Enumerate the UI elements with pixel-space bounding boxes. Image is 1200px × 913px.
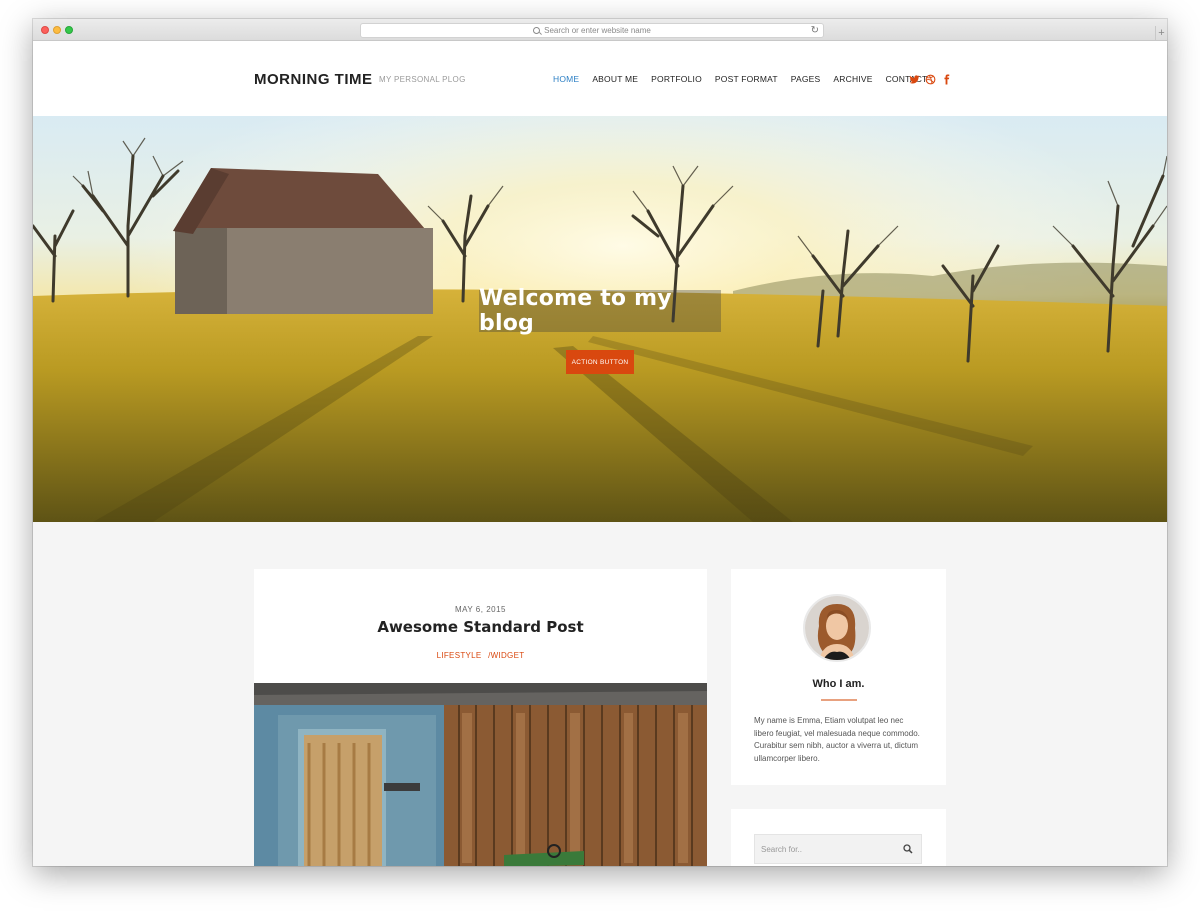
hero-title: Welcome to my blog xyxy=(479,286,721,336)
browser-window: Search or enter website name ↻ + MORNING… xyxy=(33,19,1167,866)
dribbble-icon[interactable] xyxy=(925,72,936,85)
nav-item-pages[interactable]: PAGES xyxy=(791,74,821,84)
maximize-window-button[interactable] xyxy=(65,26,73,34)
about-text: My name is Emma, Etiam volutpat leo nec … xyxy=(754,716,920,763)
address-placeholder: Search or enter website name xyxy=(544,26,651,35)
close-window-button[interactable] xyxy=(41,26,49,34)
post-card: MAY 6, 2015 Awesome Standard Post LIFEST… xyxy=(254,569,707,866)
post-categories: LIFESTYLE /WIDGET xyxy=(254,651,707,660)
search-widget xyxy=(731,809,946,866)
nav-item-archive[interactable]: ARCHIVE xyxy=(833,74,872,84)
nav-item-about-me[interactable]: ABOUT ME xyxy=(592,74,638,84)
site-tagline: MY PERSONAL PLOG xyxy=(379,75,466,84)
hero-banner: Welcome to my blog ACTION BUTTON xyxy=(33,116,1167,522)
site-logo[interactable]: MORNING TIME xyxy=(254,71,373,88)
site-header: MORNING TIME MY PERSONAL PLOG HOME ABOUT… xyxy=(33,41,1167,116)
search-box xyxy=(754,834,922,864)
reload-icon[interactable]: ↻ xyxy=(811,25,819,36)
facebook-icon[interactable] xyxy=(941,72,952,85)
minimize-window-button[interactable] xyxy=(53,26,61,34)
avatar xyxy=(803,594,871,662)
about-divider xyxy=(821,699,857,701)
nav-item-portfolio[interactable]: PORTFOLIO xyxy=(651,74,702,84)
category-link-widget[interactable]: /WIDGET xyxy=(488,651,524,660)
about-widget: Who I am. My name is Emma, Etiam volutpa… xyxy=(731,569,946,785)
search-icon[interactable] xyxy=(903,844,913,854)
browser-titlebar: Search or enter website name ↻ + xyxy=(33,19,1167,41)
about-title: Who I am. xyxy=(812,678,865,690)
category-link-lifestyle[interactable]: LIFESTYLE xyxy=(437,651,482,660)
post-date: MAY 6, 2015 xyxy=(454,605,506,614)
new-tab-button[interactable]: + xyxy=(1155,26,1167,40)
nav-item-home[interactable]: HOME xyxy=(553,74,579,84)
address-bar[interactable]: Search or enter website name ↻ xyxy=(360,23,824,38)
post-featured-image[interactable] xyxy=(254,683,707,866)
twitter-icon[interactable] xyxy=(909,72,920,84)
main-nav: HOME ABOUT ME PORTFOLIO POST FORMAT PAGE… xyxy=(553,74,940,84)
search-input[interactable] xyxy=(755,835,895,863)
nav-item-post-format[interactable]: POST FORMAT xyxy=(715,74,778,84)
action-button[interactable]: ACTION BUTTON xyxy=(566,350,634,374)
search-icon xyxy=(533,27,541,34)
post-title[interactable]: Awesome Standard Post xyxy=(254,618,707,636)
social-links xyxy=(909,72,957,85)
